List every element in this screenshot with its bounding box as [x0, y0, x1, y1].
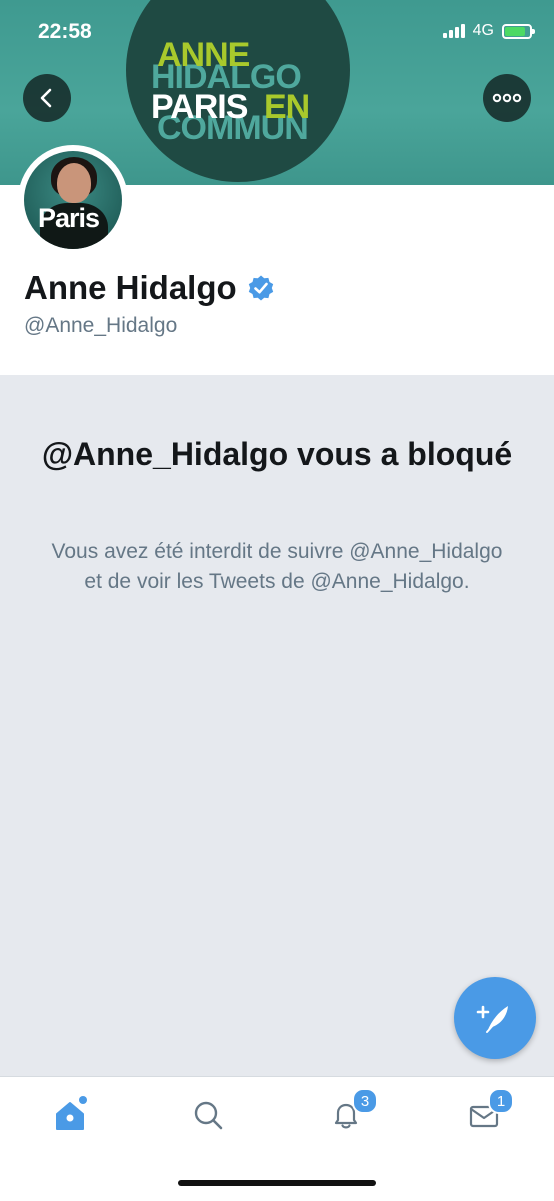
messages-badge: 1	[488, 1088, 514, 1114]
profile-name: Anne Hidalgo	[24, 269, 237, 306]
status-time: 22:58	[38, 20, 92, 43]
back-button[interactable]	[23, 74, 71, 122]
signal-icon	[442, 24, 465, 38]
more-options-button[interactable]	[483, 74, 531, 122]
tab-home[interactable]	[50, 1095, 90, 1135]
profile-name-row: Anne Hidalgo	[24, 269, 275, 307]
avatar[interactable]: Paris	[18, 145, 128, 255]
search-icon	[194, 1101, 223, 1130]
compose-tweet-icon	[476, 1005, 508, 1033]
tab-search[interactable]	[188, 1095, 228, 1135]
banner-logo-paris: PARIS	[151, 88, 248, 126]
avatar-paris-text: Paris	[38, 203, 100, 233]
verified-badge-icon	[248, 275, 273, 301]
compose-tweet-button[interactable]	[454, 977, 536, 1059]
tab-notifications[interactable]: 3	[326, 1088, 378, 1135]
avatar-image: Paris	[24, 151, 122, 249]
blocked-message: Vous avez été interdit de suivre @Anne_H…	[51, 540, 503, 593]
home-new-dot	[79, 1096, 87, 1104]
banner-logo-anne: ANNE	[157, 36, 250, 74]
network-type: 4G	[472, 22, 494, 39]
banner-logo-en: EN	[264, 88, 310, 126]
status-indicators: 4G	[442, 22, 535, 40]
notifications-badge: 3	[352, 1088, 378, 1114]
battery-icon	[502, 23, 535, 39]
blocked-title: @Anne_Hidalgo vous a bloqué	[41, 436, 513, 472]
chevron-left-icon	[40, 88, 52, 108]
profile-handle: @Anne_Hidalgo	[24, 314, 178, 337]
more-dots-icon	[492, 93, 522, 103]
home-indicator[interactable]	[178, 1180, 376, 1186]
tab-messages[interactable]: 1	[464, 1088, 514, 1135]
